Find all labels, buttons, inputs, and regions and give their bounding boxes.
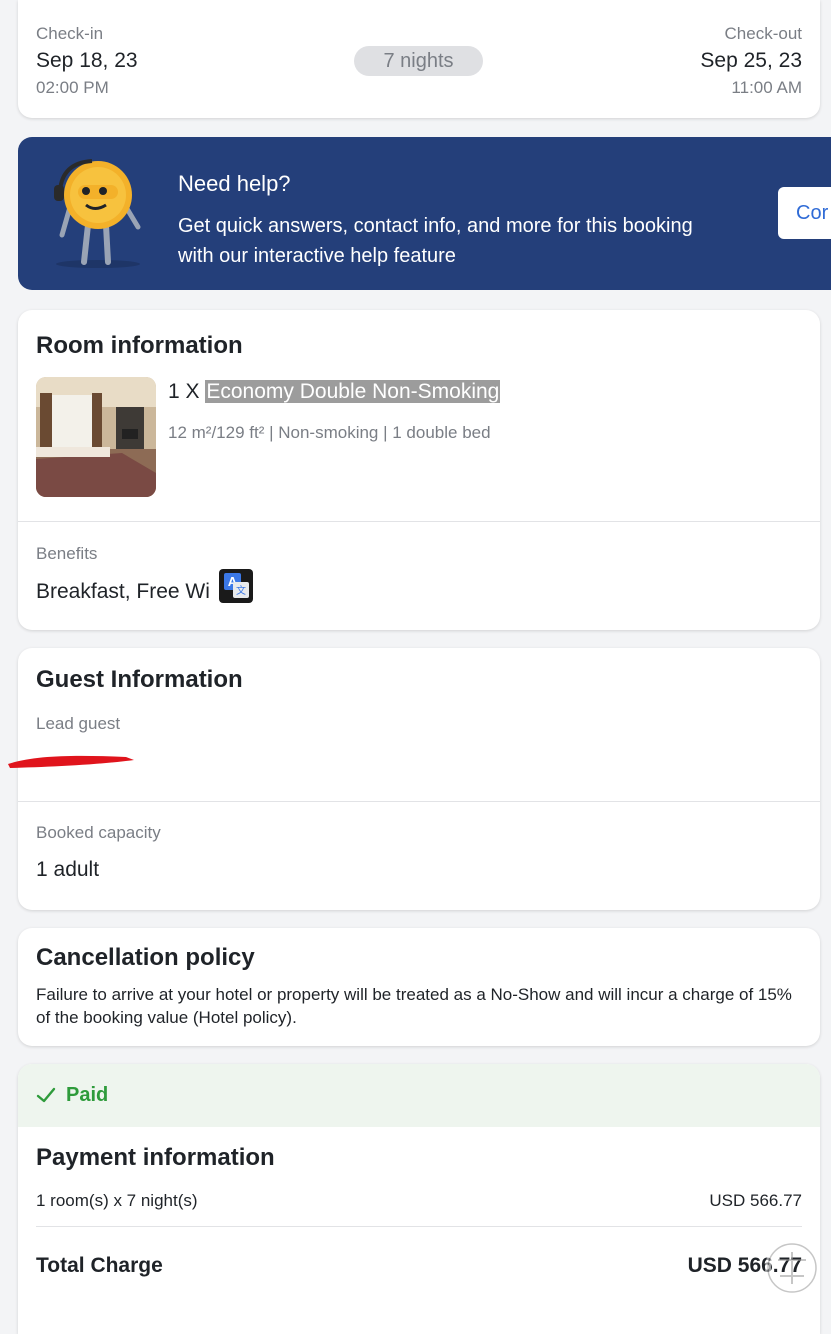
room-details: 12 m²/129 ft² | Non-smoking | 1 double b… xyxy=(168,423,491,442)
guest-section-title: Guest Information xyxy=(36,666,243,693)
room-information-card: Room information 1 X Economy Double Non-… xyxy=(18,310,820,630)
benefits-value: Breakfast, Free Wi xyxy=(36,580,210,603)
checkmark-icon xyxy=(36,1087,56,1103)
mascot-icon xyxy=(54,159,141,268)
svg-text:文: 文 xyxy=(236,584,246,597)
redaction-mark xyxy=(8,755,134,768)
checkin-time: 02:00 PM xyxy=(36,78,109,97)
room-quantity: 1 X xyxy=(168,380,200,403)
room-name: 1 X Economy Double Non-Smoking xyxy=(168,380,501,404)
checkout-label: Check-out xyxy=(724,24,802,43)
guest-information-card: Guest Information Lead guest Booked capa… xyxy=(8,648,820,910)
paid-status-bar xyxy=(18,1064,820,1127)
checkin-block: Check-in Sep 18, 23 02:00 PM xyxy=(36,24,138,98)
lead-guest-label: Lead guest xyxy=(36,714,121,733)
help-description: Get quick answers, contact info, and mor… xyxy=(178,215,693,267)
cancellation-policy-card: Cancellation policy Failure to arrive at… xyxy=(18,928,820,1046)
payment-line-label: 1 room(s) x 7 night(s) xyxy=(36,1191,198,1210)
payment-title: Payment information xyxy=(36,1144,275,1171)
stay-dates-card: Check-in Sep 18, 23 02:00 PM 7 nights Ch… xyxy=(18,0,820,118)
nights-badge: 7 nights xyxy=(354,46,483,76)
help-title: Need help? xyxy=(178,171,291,196)
paid-status-label: Paid xyxy=(66,1084,109,1106)
room-section-title: Room information xyxy=(36,332,243,359)
booked-capacity-value: 1 adult xyxy=(36,858,100,881)
total-charge-label: Total Charge xyxy=(36,1254,163,1277)
room-photo-image xyxy=(36,377,156,497)
room-type: Economy Double Non-Smoking xyxy=(205,380,501,403)
checkin-label: Check-in xyxy=(36,24,104,43)
translate-icon[interactable]: A 文 xyxy=(219,569,253,603)
watermark-logo xyxy=(765,1241,819,1295)
contact-button[interactable]: Cor xyxy=(778,187,831,239)
cancellation-title: Cancellation policy xyxy=(36,944,255,971)
checkout-block: Check-out Sep 25, 23 11:00 AM xyxy=(700,24,802,98)
booked-capacity-label: Booked capacity xyxy=(36,823,161,842)
divider xyxy=(36,1226,802,1227)
checkout-date: Sep 25, 23 xyxy=(700,49,802,72)
room-photo[interactable] xyxy=(36,377,156,497)
divider xyxy=(18,801,820,802)
checkin-date: Sep 18, 23 xyxy=(36,49,138,72)
benefits-label: Benefits xyxy=(36,544,98,563)
payment-line-amount: USD 566.77 xyxy=(709,1191,802,1210)
checkout-time: 11:00 AM xyxy=(731,78,802,97)
help-banner: Need help? Get quick answers, contact in… xyxy=(18,137,831,290)
divider xyxy=(18,521,820,522)
cancellation-text: Failure to arrive at your hotel or prope… xyxy=(36,985,792,1027)
payment-card: Paid Payment information 1 room(s) x 7 n… xyxy=(18,1064,820,1334)
